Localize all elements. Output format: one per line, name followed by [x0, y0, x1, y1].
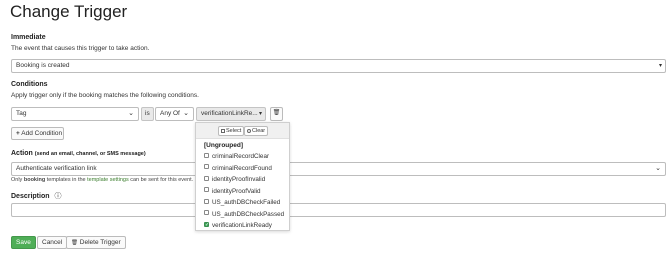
- option-label: US_authDBCheckFailed: [212, 199, 281, 206]
- description-input[interactable]: [11, 203, 666, 217]
- immediate-label: Immediate: [11, 34, 46, 41]
- chevron-down-icon: ⌄: [128, 110, 134, 117]
- info-icon: ⓘ: [54, 193, 62, 200]
- immediate-help: The event that causes this trigger to ta…: [11, 45, 150, 52]
- option-label: identityProofValid: [212, 187, 261, 195]
- dropdown-option[interactable]: US_authDBCheckFailed: [204, 198, 280, 208]
- action-help-bold: booking: [23, 177, 46, 183]
- checkbox-6[interactable]: ✓: [204, 221, 209, 227]
- condition-values-value: verificationLinkRe...: [201, 110, 258, 117]
- description-label: Description: [11, 193, 50, 200]
- dropdown-option[interactable]: ✓ verificationLinkReady: [204, 221, 272, 231]
- clear-label: Clear: [252, 128, 266, 134]
- save-button[interactable]: Save: [11, 236, 36, 249]
- conditions-help: Apply trigger only if the booking matche…: [11, 92, 199, 99]
- chevron-down-icon: ⌄: [655, 165, 661, 172]
- tag-values-dropdown: Select Clear [Ungrouped] criminalRecordC…: [195, 122, 290, 231]
- plus-icon: +: [16, 130, 20, 137]
- condition-operator-text: is: [145, 110, 150, 117]
- option-group-label: [Ungrouped]: [204, 142, 243, 149]
- checkbox-2[interactable]: [204, 175, 209, 181]
- dropdown-option[interactable]: criminalRecordClear: [204, 152, 269, 162]
- condition-operator: is: [141, 107, 154, 121]
- action-help-suffix: can be sent for this event.: [128, 177, 194, 183]
- condition-values-select[interactable]: verificationLinkRe... ▾: [196, 107, 266, 121]
- delete-trigger-button[interactable]: 🗑 Delete Trigger: [66, 236, 126, 249]
- action-label-suffix: (send an email, channel, or SMS message): [34, 151, 146, 157]
- option-label: identityProofInvalid: [212, 176, 266, 183]
- option-label: verificationLinkReady: [212, 222, 272, 229]
- add-condition-label: Add Condition: [21, 130, 63, 137]
- checkbox-1[interactable]: [204, 164, 209, 170]
- condition-field-select[interactable]: Tag ⌄: [11, 107, 139, 121]
- chevron-down-icon: ⌄: [183, 110, 189, 117]
- condition-match-value: Any Of: [160, 110, 180, 117]
- add-condition-button[interactable]: + Add Condition: [11, 127, 64, 140]
- dropdown-option[interactable]: criminalRecordFound: [204, 164, 272, 174]
- checkbox-5[interactable]: [204, 210, 209, 216]
- check-square-icon: [221, 128, 225, 133]
- dropdown-toolbar: Select Clear: [196, 123, 289, 139]
- ban-icon: [247, 128, 251, 133]
- action-label-row: Action (send an email, channel, or SMS m…: [11, 150, 146, 157]
- conditions-label: Conditions: [11, 81, 48, 88]
- action-select[interactable]: Authenticate verification link ⌄: [11, 162, 666, 176]
- action-help-middle: templates in the: [45, 177, 88, 183]
- condition-match-select[interactable]: Any Of ⌄: [155, 107, 194, 121]
- dropdown-option[interactable]: identityProofValid: [204, 187, 261, 197]
- action-help: Only booking templates in the template s…: [11, 177, 193, 183]
- checkbox-0[interactable]: [204, 152, 209, 158]
- clear-button[interactable]: Clear: [244, 126, 269, 136]
- trash-icon: 🗑: [272, 110, 281, 116]
- checkbox-4[interactable]: [204, 198, 209, 204]
- cancel-button[interactable]: Cancel: [37, 236, 68, 249]
- select-all-button[interactable]: Select: [218, 126, 245, 136]
- select-all-label: Select: [226, 128, 242, 134]
- caret-down-icon: ▾: [658, 63, 662, 69]
- description-label-row: Description ⓘ: [11, 191, 61, 201]
- event-select-value: Booking is created: [16, 62, 70, 69]
- checkbox-3[interactable]: [204, 187, 209, 193]
- action-select-value: Authenticate verification link: [16, 165, 97, 172]
- dropdown-option[interactable]: US_authDBCheckPassed: [204, 210, 284, 220]
- delete-condition-button[interactable]: 🗑: [270, 107, 283, 121]
- condition-field-value: Tag: [16, 110, 27, 117]
- event-select[interactable]: Booking is created ▾: [11, 59, 666, 73]
- action-help-prefix: Only: [11, 177, 24, 183]
- trash-icon: 🗑: [71, 240, 78, 246]
- dropdown-option[interactable]: identityProofInvalid: [204, 175, 265, 185]
- option-label: criminalRecordFound: [212, 164, 272, 172]
- option-label: criminalRecordClear: [212, 153, 270, 160]
- template-settings-link[interactable]: template settings: [87, 177, 129, 183]
- action-label: Action: [11, 150, 33, 157]
- delete-trigger-label: Delete Trigger: [79, 239, 121, 246]
- page-title: Change Trigger: [10, 2, 128, 21]
- option-label: US_authDBCheckPassed: [212, 210, 285, 218]
- caret-down-icon: ▾: [258, 111, 262, 117]
